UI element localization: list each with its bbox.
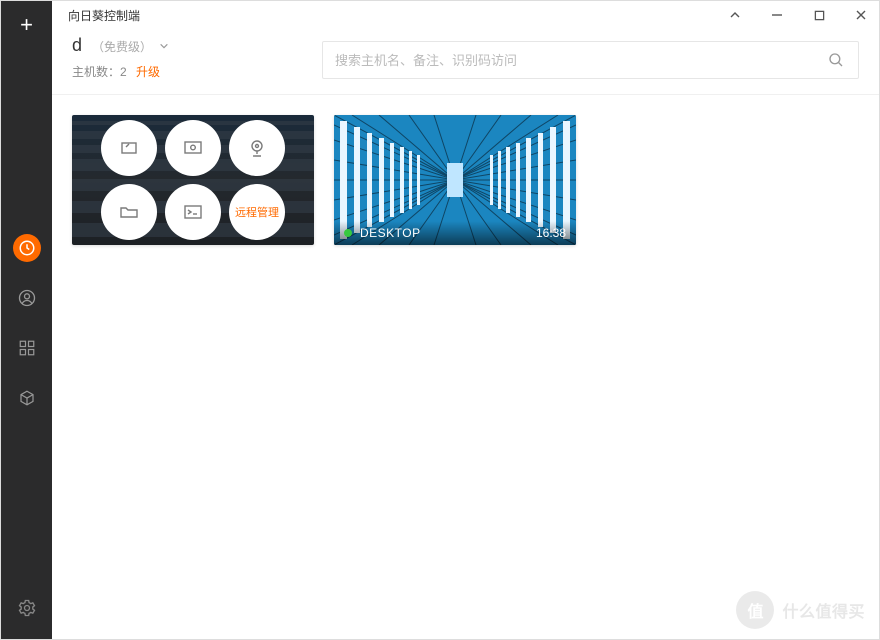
titlebar: 向日葵控制端 xyxy=(52,1,879,29)
expand-button[interactable] xyxy=(727,7,743,23)
settings-button[interactable] xyxy=(17,598,37,623)
host-status-bar: DESKTOP 16:38 xyxy=(334,221,576,245)
account-dropdown[interactable] xyxy=(158,40,170,54)
status-online-icon xyxy=(344,229,352,237)
action-camera[interactable] xyxy=(229,120,285,176)
cube-icon xyxy=(18,389,36,407)
terminal-icon xyxy=(181,200,205,224)
desktop-icon xyxy=(117,136,141,160)
action-cmd[interactable] xyxy=(165,184,221,240)
search-box[interactable] xyxy=(322,41,859,79)
hosts-label: 主机数： xyxy=(72,65,120,79)
main-panel: 向日葵控制端 d （免费级） 主机数：2 升级 xyxy=(52,1,879,639)
camera-icon xyxy=(245,136,269,160)
view-icon xyxy=(180,136,206,160)
sidebar-item-apps[interactable] xyxy=(13,334,41,362)
hosts-count: 2 xyxy=(120,65,127,79)
search-icon xyxy=(827,51,845,69)
account-tier: （免费级） xyxy=(92,38,152,55)
sidebar: + xyxy=(1,1,52,639)
watermark-text: 什么值得买 xyxy=(782,598,865,622)
close-button[interactable] xyxy=(853,7,869,23)
action-remote-mgmt[interactable]: 远程管理 xyxy=(229,184,285,240)
maximize-button[interactable] xyxy=(811,7,827,23)
clock-icon xyxy=(18,239,36,257)
sidebar-item-discover[interactable] xyxy=(13,284,41,312)
folder-icon xyxy=(117,200,141,224)
window-controls xyxy=(727,7,869,23)
upgrade-link[interactable]: 升级 xyxy=(136,65,160,79)
maximize-icon xyxy=(814,10,825,21)
close-icon xyxy=(855,9,867,21)
discover-icon xyxy=(17,288,37,308)
sidebar-item-3d[interactable] xyxy=(13,384,41,412)
search-button[interactable] xyxy=(826,50,846,70)
account-line2: 主机数：2 升级 xyxy=(72,63,302,80)
hosts-grid: 远程管理 xyxy=(52,95,879,265)
search-input[interactable] xyxy=(335,53,826,68)
gear-icon xyxy=(17,598,37,618)
apps-icon xyxy=(18,339,36,357)
action-view[interactable] xyxy=(165,120,221,176)
minimize-icon xyxy=(771,9,783,21)
chevron-up-icon xyxy=(729,9,741,21)
header-row: d （免费级） 主机数：2 升级 xyxy=(52,29,879,95)
window-title: 向日葵控制端 xyxy=(68,7,727,24)
account-line1: d （免费级） xyxy=(72,35,302,56)
add-host-button[interactable]: + xyxy=(1,1,52,49)
sidebar-nav xyxy=(13,234,41,412)
host-card-actions[interactable]: 远程管理 xyxy=(72,115,314,245)
chevron-down-icon xyxy=(158,41,170,51)
action-file[interactable] xyxy=(101,184,157,240)
host-card-thumbnail[interactable]: DESKTOP 16:38 xyxy=(334,115,576,245)
host-name: DESKTOP xyxy=(360,226,536,240)
action-grid: 远程管理 xyxy=(72,115,314,245)
account-block: d （免费级） 主机数：2 升级 xyxy=(72,35,302,80)
watermark: 值 什么值得买 xyxy=(736,591,865,629)
host-time: 16:38 xyxy=(536,226,566,240)
watermark-badge: 值 xyxy=(736,591,774,629)
action-desktop[interactable] xyxy=(101,120,157,176)
account-name: d xyxy=(72,35,90,56)
minimize-button[interactable] xyxy=(769,7,785,23)
sidebar-item-hosts[interactable] xyxy=(13,234,41,262)
